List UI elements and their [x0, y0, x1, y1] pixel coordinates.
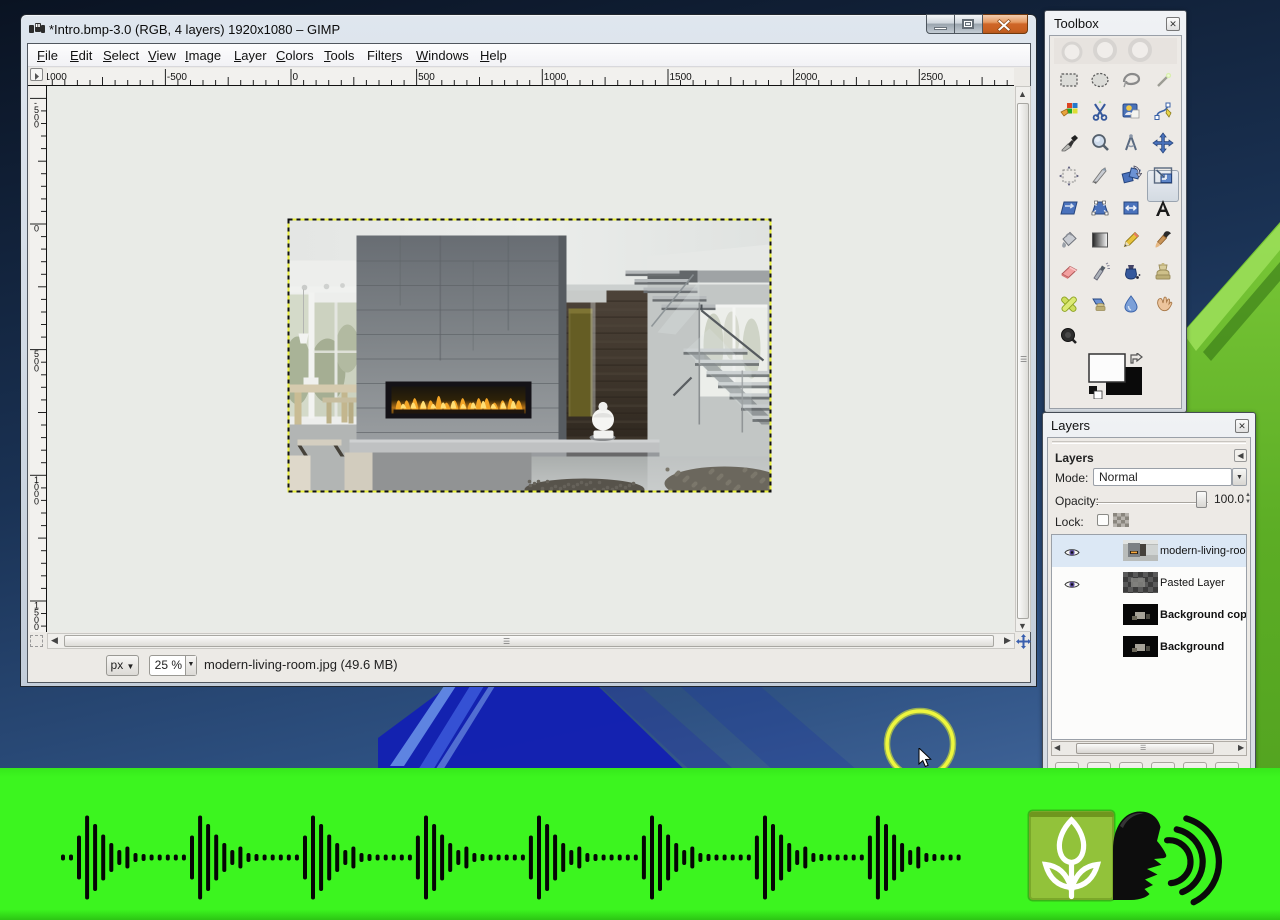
svg-text:-1000: -1000	[47, 72, 67, 83]
svg-text:1000: 1000	[34, 475, 39, 507]
svg-text:500: 500	[34, 349, 39, 373]
svg-text:1000: 1000	[544, 72, 567, 83]
svg-text:2000: 2000	[795, 72, 818, 83]
svg-text:-500: -500	[167, 72, 187, 83]
svg-text:500: 500	[418, 72, 435, 83]
svg-text:1500: 1500	[34, 601, 39, 633]
svg-text:0: 0	[34, 224, 39, 234]
svg-text:0: 0	[293, 72, 299, 83]
svg-text:2500: 2500	[921, 72, 944, 83]
svg-text:1500: 1500	[670, 72, 693, 83]
